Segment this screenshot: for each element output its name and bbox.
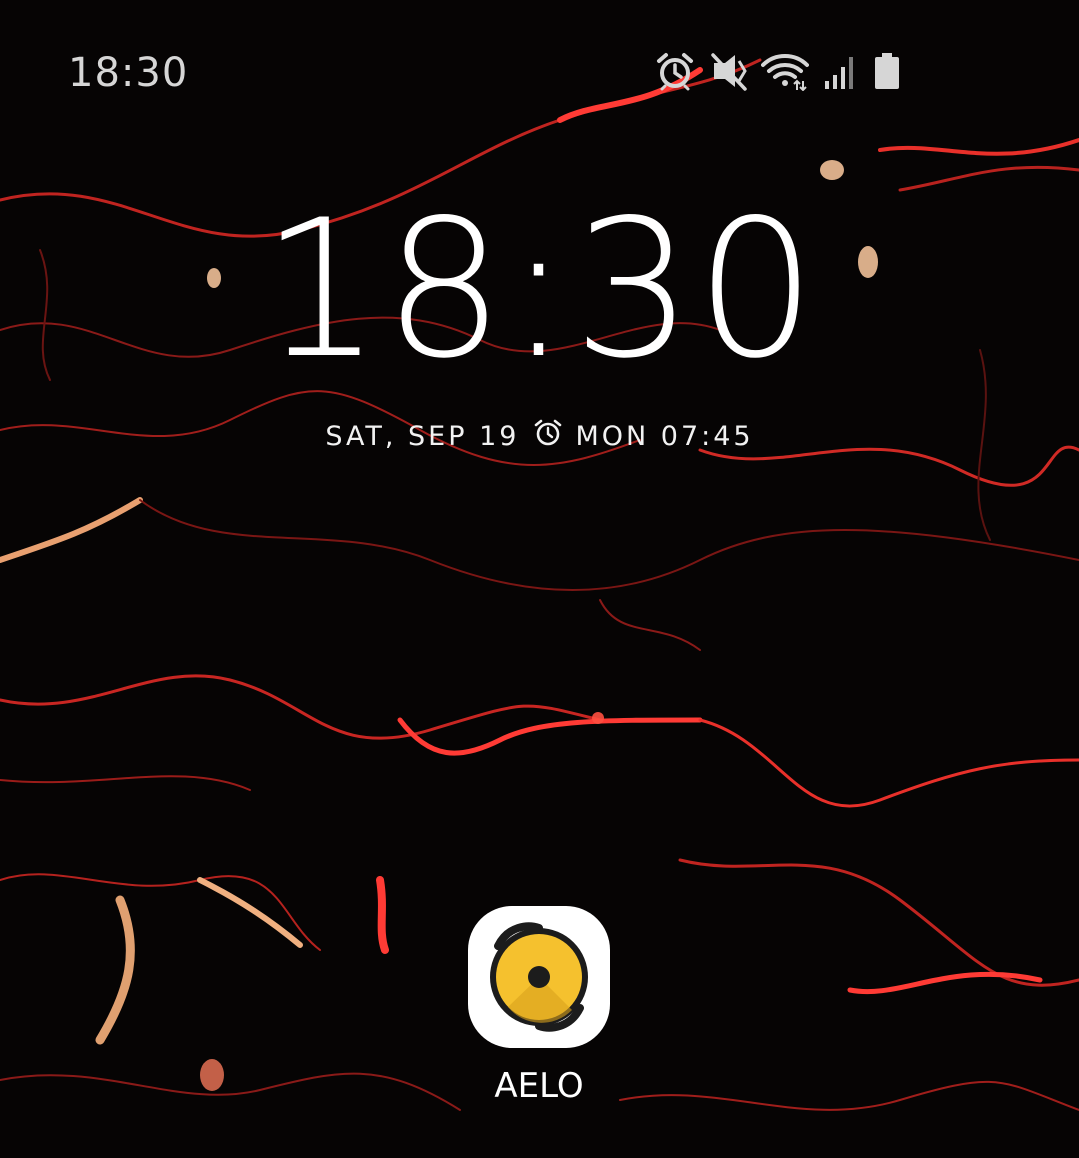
lock-screen-clock: 18:30 [260, 179, 819, 400]
date-text: SAT, SEP 19 [325, 421, 520, 452]
signal-icon [823, 51, 859, 91]
lock-screen: 18:30 18:30 SAT, SEP 19 MON 07:45 AELO [0, 0, 1079, 1158]
battery-icon [873, 51, 901, 91]
status-time: 18:30 [68, 50, 189, 96]
status-icons [655, 46, 905, 96]
aelo-app-shortcut[interactable]: AELO [466, 906, 612, 1116]
vibrate-icon [709, 51, 747, 91]
status-bar: 18:30 [0, 0, 1079, 140]
aelo-app-label: AELO [494, 1066, 584, 1106]
alarm-icon [533, 418, 563, 455]
wifi-icon [761, 51, 809, 91]
alarm-icon [655, 51, 695, 91]
date-alarm-line: SAT, SEP 19 MON 07:45 [0, 418, 1079, 455]
next-alarm-text: MON 07:45 [575, 421, 754, 452]
aelo-app-icon[interactable] [468, 906, 610, 1048]
